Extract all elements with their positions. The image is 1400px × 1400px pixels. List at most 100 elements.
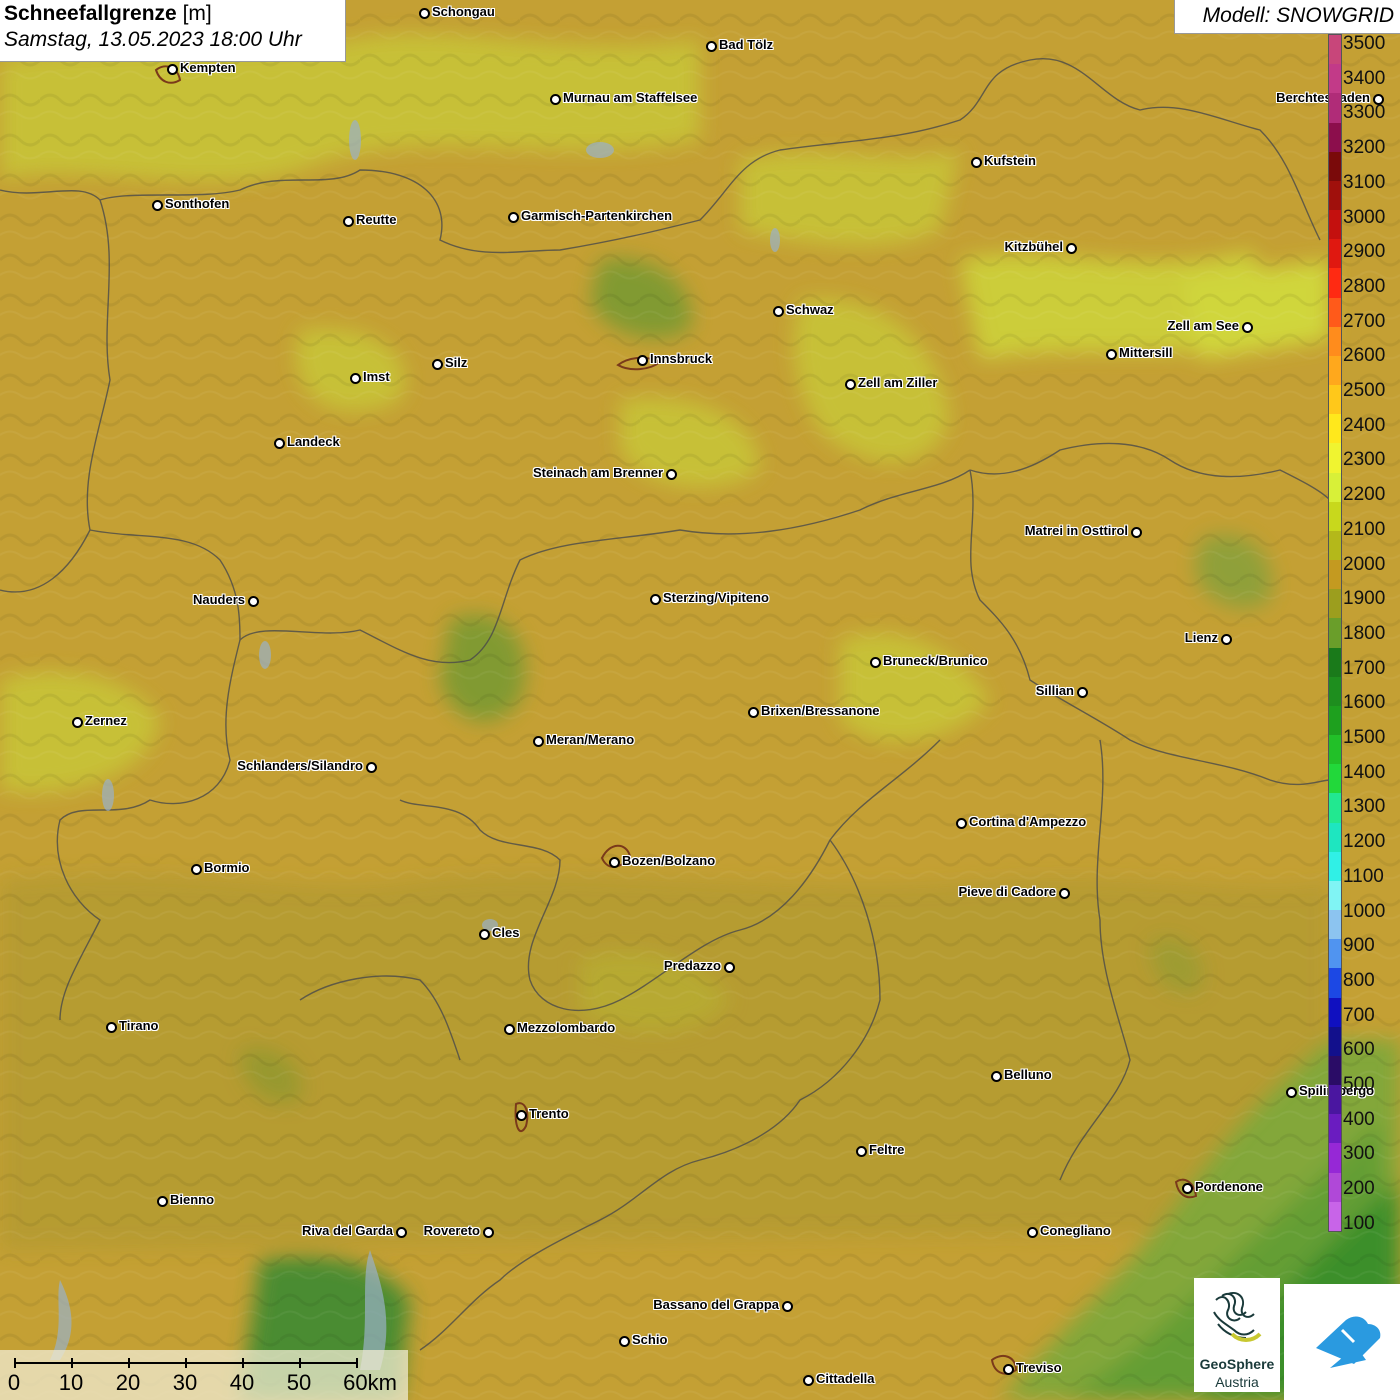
scale-bar: 0 10 20 30 40 50 60km bbox=[0, 1350, 408, 1400]
legend-label: 1800 bbox=[1343, 622, 1386, 644]
scale-label: 10 bbox=[58, 1370, 84, 1395]
city-dot-icon bbox=[1059, 888, 1070, 899]
legend-label: 1400 bbox=[1343, 761, 1386, 783]
legend-swatch bbox=[1329, 1201, 1341, 1232]
legend-swatch bbox=[1329, 822, 1341, 853]
city-dot-icon bbox=[516, 1110, 527, 1121]
legend-swatch bbox=[1329, 501, 1341, 532]
legend-swatch bbox=[1329, 122, 1341, 153]
legend-label: 2500 bbox=[1343, 380, 1386, 401]
legend-swatch bbox=[1329, 355, 1341, 386]
city-label: Predazzo bbox=[663, 958, 721, 973]
city-dot-icon bbox=[1286, 1087, 1297, 1098]
city-label: Treviso bbox=[1016, 1360, 1062, 1375]
city-label: Rovereto bbox=[423, 1223, 480, 1238]
model-label: Modell: SNOWGRID bbox=[1174, 0, 1400, 34]
legend-label: 1300 bbox=[1343, 796, 1386, 818]
city-dot-icon bbox=[550, 94, 561, 105]
legend-label: 700 bbox=[1343, 1004, 1375, 1026]
city-dot-icon bbox=[609, 857, 620, 868]
city-dot-icon bbox=[152, 200, 163, 211]
city-label: Trento bbox=[529, 1106, 569, 1121]
scale-label: 20 bbox=[115, 1370, 141, 1395]
city-dot-icon bbox=[1003, 1364, 1014, 1375]
city-label: Meran/Merano bbox=[546, 732, 635, 747]
legend-swatch bbox=[1329, 64, 1341, 94]
legend-swatch bbox=[1329, 793, 1341, 824]
city-label: Innsbruck bbox=[650, 351, 713, 366]
city-dot-icon bbox=[1221, 634, 1232, 645]
legend-swatch bbox=[1329, 851, 1341, 882]
city-dot-icon bbox=[106, 1022, 117, 1033]
city-dot-icon bbox=[782, 1301, 793, 1312]
city-label: Mittersill bbox=[1119, 345, 1173, 360]
city-label: Kufstein bbox=[984, 153, 1036, 168]
legend-swatch bbox=[1329, 880, 1341, 911]
legend-label: 300 bbox=[1343, 1143, 1375, 1165]
city-dot-icon bbox=[508, 212, 519, 223]
city-label: Cles bbox=[492, 925, 520, 940]
legend-label: 600 bbox=[1343, 1039, 1375, 1061]
map-title-box: Schneefallgrenze [m] Samstag, 13.05.2023… bbox=[0, 0, 346, 62]
city-label: Sterzing/Vipiteno bbox=[663, 590, 769, 605]
scale-label: 0 bbox=[7, 1370, 21, 1395]
legend-label: 800 bbox=[1343, 969, 1375, 991]
city-dot-icon bbox=[248, 596, 259, 607]
city-label: Bruneck/Brunico bbox=[883, 653, 988, 668]
city-dot-icon bbox=[870, 657, 881, 668]
city-dot-icon bbox=[167, 64, 178, 75]
city-dot-icon bbox=[706, 41, 717, 52]
legend-swatch bbox=[1329, 239, 1341, 269]
city-label: Bassano del Grappa bbox=[653, 1297, 779, 1312]
color-legend: 3500 3400 3300 3200 3100 3000 2900 2800 2700 2600… bbox=[1328, 33, 1400, 1234]
city-label: Bormio bbox=[204, 860, 250, 875]
city-dot-icon bbox=[666, 469, 677, 480]
scale-tick bbox=[14, 1358, 16, 1368]
city-dot-icon bbox=[343, 216, 354, 227]
city-label: Tirano bbox=[119, 1018, 159, 1033]
scale-label: 50 bbox=[286, 1370, 312, 1395]
city-dot-icon bbox=[432, 359, 443, 370]
geosphere-logo[interactable]: GeoSphere Austria bbox=[1194, 1278, 1280, 1392]
legend-swatch bbox=[1329, 1055, 1341, 1086]
legend-swatch bbox=[1329, 997, 1341, 1028]
weather-app-logo[interactable] bbox=[1284, 1284, 1400, 1400]
legend-swatch bbox=[1329, 385, 1341, 415]
legend-label: 200 bbox=[1343, 1178, 1375, 1200]
geosphere-name: GeoSphere bbox=[1199, 1356, 1275, 1372]
legend-swatch bbox=[1329, 735, 1341, 765]
city-label: Landeck bbox=[287, 434, 340, 449]
legend-swatch bbox=[1329, 705, 1341, 736]
scale-tick bbox=[356, 1358, 358, 1368]
snowfall-line-map[interactable]: Schneefallgrenze [m] Samstag, 13.05.2023… bbox=[0, 0, 1400, 1400]
cloud-arrow-icon bbox=[1316, 1316, 1381, 1368]
city-label: Kempten bbox=[180, 60, 236, 75]
city-dot-icon bbox=[803, 1375, 814, 1386]
map-title: Schneefallgrenze [m] bbox=[4, 2, 341, 26]
legend-label: 900 bbox=[1343, 935, 1375, 957]
legend-label: 2200 bbox=[1343, 484, 1386, 506]
legend-swatch bbox=[1329, 530, 1341, 561]
legend-swatch bbox=[1329, 1085, 1341, 1115]
legend-swatch bbox=[1329, 560, 1341, 590]
legend-label: 2900 bbox=[1343, 241, 1386, 263]
city-label: Conegliano bbox=[1040, 1223, 1111, 1238]
city-label: Reutte bbox=[356, 212, 397, 227]
city-label: Cortina d'Ampezzo bbox=[969, 814, 1087, 829]
map-timestamp: Samstag, 13.05.2023 18:00 Uhr bbox=[4, 28, 302, 51]
city-label: Riva del Garda bbox=[301, 1223, 393, 1238]
legend-swatch bbox=[1329, 939, 1341, 969]
legend-label: 2600 bbox=[1343, 345, 1386, 367]
legend-swatch bbox=[1329, 472, 1341, 503]
legend-label: 3500 bbox=[1343, 33, 1386, 54]
city-dot-icon bbox=[637, 355, 648, 366]
city-label: Schwaz bbox=[786, 302, 834, 317]
city-dot-icon bbox=[748, 707, 759, 718]
legend-swatch bbox=[1329, 676, 1341, 707]
legend-swatch bbox=[1329, 618, 1341, 649]
legend-label: 3100 bbox=[1343, 171, 1386, 193]
legend-swatch bbox=[1329, 210, 1341, 240]
city-dot-icon bbox=[72, 717, 83, 728]
legend-label: 1700 bbox=[1343, 657, 1386, 679]
legend-label: 2300 bbox=[1343, 449, 1386, 471]
